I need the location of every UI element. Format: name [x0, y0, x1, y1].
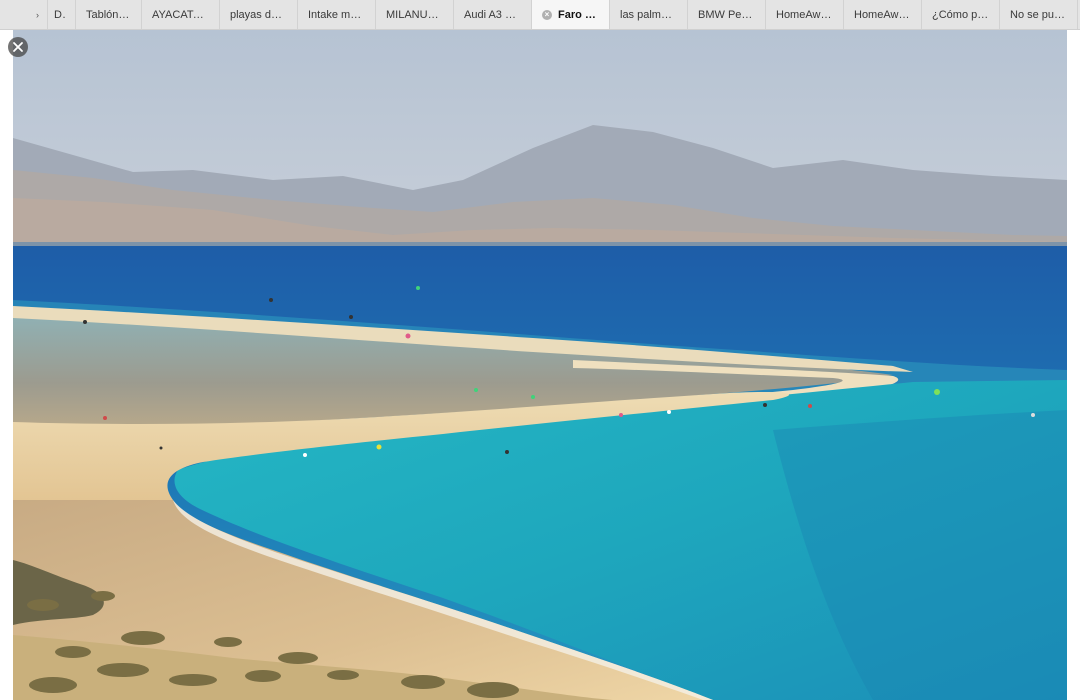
tab-3[interactable]: playas de f...	[220, 0, 298, 29]
tab-4[interactable]: Intake man...	[298, 0, 376, 29]
tab-label: Det	[54, 9, 65, 21]
tab-label: Intake man...	[308, 9, 365, 21]
tab-label: HomeAwa...	[776, 9, 833, 21]
tab-label: Audi A3 S l...	[464, 9, 521, 21]
tab-list: Det Tablón de... AYACATA'... playas de f...…	[0, 0, 1078, 29]
tab-label: HomeAwa...	[854, 9, 911, 21]
tab-label: las palmas...	[620, 9, 677, 21]
tab-9[interactable]: BMW Pers...	[688, 0, 766, 29]
viewer-left-margin	[0, 30, 13, 700]
viewer-close-button[interactable]	[8, 37, 28, 57]
tab-label: AYACATA'...	[152, 9, 209, 21]
tab-6[interactable]: Audi A3 S l...	[454, 0, 532, 29]
tab-1[interactable]: Tablón de...	[76, 0, 142, 29]
tab-label: BMW Pers...	[698, 9, 755, 21]
tab-label: No se pue...	[1010, 9, 1067, 21]
tab-0[interactable]: Det	[0, 0, 76, 29]
tab-8[interactable]: las palmas...	[610, 0, 688, 29]
image-viewer	[13, 30, 1067, 700]
tab-2[interactable]: AYACATA'...	[142, 0, 220, 29]
tab-13[interactable]: No se pue...	[1000, 0, 1078, 29]
viewer-right-margin	[1067, 30, 1080, 700]
close-icon[interactable]: ×	[542, 10, 552, 20]
tab-label: Faro de...	[558, 9, 599, 21]
close-icon	[13, 42, 23, 52]
tab-label: Tablón de...	[86, 9, 131, 21]
tab-label: playas de f...	[230, 9, 287, 21]
tab-label: MILANUN...	[386, 9, 443, 21]
beach-photo	[13, 30, 1067, 700]
tab-5[interactable]: MILANUN...	[376, 0, 454, 29]
tab-12[interactable]: ¿Cómo pu...	[922, 0, 1000, 29]
tab-11[interactable]: HomeAwa...	[844, 0, 922, 29]
tab-strip: › DetTablón de...AYACATA'...playas de f.…	[0, 0, 1080, 30]
tab-10[interactable]: HomeAwa...	[766, 0, 844, 29]
tab-label: ¿Cómo pu...	[932, 9, 989, 21]
tab-7[interactable]: × Faro de...	[532, 0, 610, 29]
